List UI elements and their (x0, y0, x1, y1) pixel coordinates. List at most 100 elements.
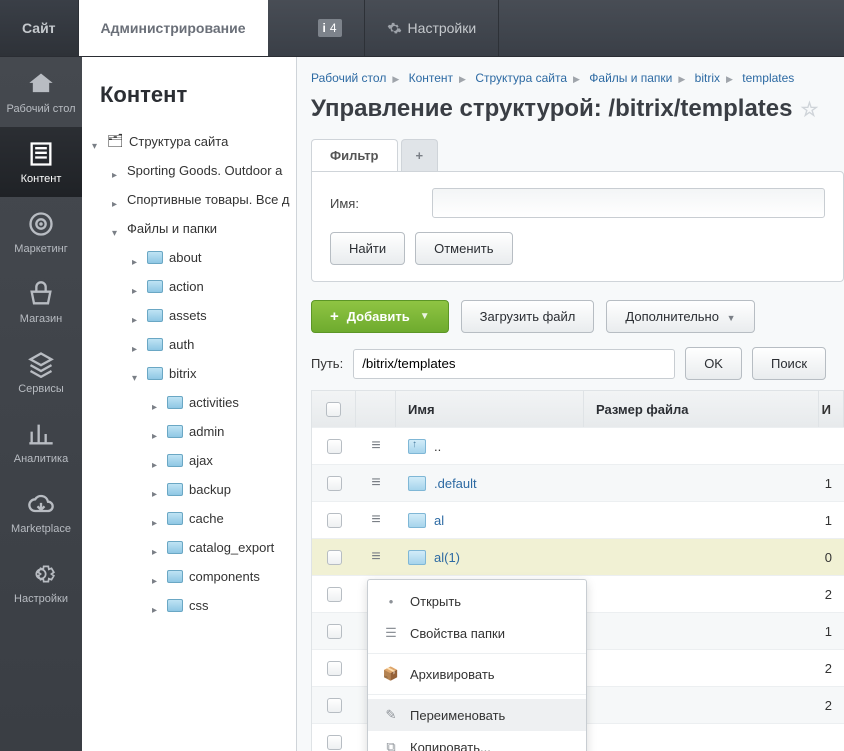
table-row[interactable]: ≡.default1 (312, 464, 844, 501)
folder-icon (408, 439, 426, 454)
tree-folder[interactable]: activities (152, 388, 296, 417)
row-name-cell: al(1) (396, 550, 585, 565)
row-checkbox[interactable] (327, 624, 342, 639)
filter-find-button[interactable]: Найти (330, 232, 405, 265)
column-right[interactable]: И (819, 391, 844, 427)
filter-tab[interactable]: Фильтр (311, 139, 398, 171)
home-icon (27, 70, 55, 98)
filter-name-input[interactable] (432, 188, 825, 218)
caret-icon[interactable] (132, 311, 141, 320)
caret-icon[interactable] (132, 369, 141, 378)
rail-settings[interactable]: Настройки (0, 547, 82, 617)
caret-icon[interactable] (132, 340, 141, 349)
row-checkbox[interactable] (327, 661, 342, 676)
caret-icon[interactable] (152, 427, 161, 436)
tree-folder[interactable]: action (132, 272, 296, 301)
rail-analytics[interactable]: Аналитика (0, 407, 82, 477)
tree-folder[interactable]: css (152, 591, 296, 620)
column-name[interactable]: Имя (396, 391, 584, 427)
tree-item[interactable]: Спортивные товары. Все д (112, 185, 296, 214)
tree-item[interactable]: Sporting Goods. Outdoor a (112, 156, 296, 185)
top-notifications-button[interactable]: i4 (296, 0, 365, 56)
tree-files[interactable]: Файлы и папки (112, 214, 296, 243)
tree-folder[interactable]: about (132, 243, 296, 272)
row-checkbox[interactable] (327, 735, 342, 750)
caret-icon[interactable] (92, 137, 101, 146)
caret-icon[interactable] (152, 456, 161, 465)
row-name-link[interactable]: al(1) (434, 550, 460, 565)
caret-icon[interactable] (112, 224, 121, 233)
caret-icon[interactable] (132, 253, 141, 262)
tree-title: Контент (82, 57, 296, 126)
row-checkbox[interactable] (327, 513, 342, 528)
row-menu-button[interactable]: ≡ (356, 437, 396, 455)
rail-home[interactable]: Рабочий стол (0, 57, 82, 127)
tree-folder[interactable]: catalog_export (152, 533, 296, 562)
crumb-link[interactable]: Рабочий стол (311, 71, 386, 85)
path-search-button[interactable]: Поиск (752, 347, 826, 380)
crumb-link[interactable]: Файлы и папки (589, 71, 672, 85)
tree-root[interactable]: 🗂Структура сайта (92, 126, 296, 156)
chevron-right-icon: ▶ (726, 74, 733, 84)
ctx-copy[interactable]: ⧉Копировать... (368, 731, 586, 751)
tree-folder[interactable]: assets (132, 301, 296, 330)
ctx-open[interactable]: •Открыть (368, 586, 586, 617)
row-checkbox[interactable] (327, 476, 342, 491)
star-icon[interactable]: ☆ (800, 97, 818, 122)
column-checkbox[interactable] (312, 391, 356, 427)
path-input[interactable] (353, 349, 675, 379)
rail-shop[interactable]: Магазин (0, 267, 82, 337)
rail-content[interactable]: Контент (0, 127, 82, 197)
caret-icon[interactable] (132, 282, 141, 291)
tree-folder-bitrix[interactable]: bitrix (132, 359, 296, 388)
row-checkbox[interactable] (327, 550, 342, 565)
row-name-link[interactable]: .default (434, 476, 477, 491)
tree-folder[interactable]: cache (152, 504, 296, 533)
ctx-rename[interactable]: ✎Переименовать (368, 699, 586, 731)
top-settings-button[interactable]: Настройки (365, 0, 500, 56)
crumb-link[interactable]: Структура сайта (475, 71, 567, 85)
top-admin-button[interactable]: Администрирование (79, 0, 268, 56)
caret-icon[interactable] (152, 601, 161, 610)
add-button[interactable]: +Добавить▼ (311, 300, 449, 333)
caret-icon[interactable] (152, 514, 161, 523)
row-menu-button[interactable]: ≡ (356, 474, 396, 492)
row-menu-button[interactable]: ≡ (356, 548, 396, 566)
ctx-props[interactable]: ☰Свойства папки (368, 617, 586, 649)
additional-button[interactable]: Дополнительно ▼ (606, 300, 754, 333)
filter-cancel-button[interactable]: Отменить (415, 232, 512, 265)
tree-folder[interactable]: ajax (152, 446, 296, 475)
tree-folder[interactable]: auth (132, 330, 296, 359)
tree-folder[interactable]: components (152, 562, 296, 591)
upload-button[interactable]: Загрузить файл (461, 300, 595, 333)
caret-icon[interactable] (112, 166, 121, 175)
column-size[interactable]: Размер файла (584, 391, 819, 427)
row-checkbox[interactable] (327, 587, 342, 602)
top-site-button[interactable]: Сайт (0, 0, 79, 56)
table-row[interactable]: ≡al(1)0 (312, 538, 844, 575)
row-name-link[interactable]: al (434, 513, 444, 528)
row-menu-button[interactable]: ≡ (356, 511, 396, 529)
rail-marketplace[interactable]: Marketplace (0, 477, 82, 547)
caret-icon[interactable] (152, 485, 161, 494)
caret-icon[interactable] (112, 195, 121, 204)
rail-marketing[interactable]: Маркетинг (0, 197, 82, 267)
checkbox-icon[interactable] (326, 402, 341, 417)
row-checkbox[interactable] (327, 698, 342, 713)
filter-tab-add[interactable]: + (401, 139, 439, 171)
crumb-link[interactable]: templates (742, 71, 794, 85)
row-checkbox[interactable] (327, 439, 342, 454)
rail-services[interactable]: Сервисы (0, 337, 82, 407)
path-ok-button[interactable]: OK (685, 347, 742, 380)
tree-folder[interactable]: backup (152, 475, 296, 504)
caret-icon[interactable] (152, 543, 161, 552)
crumb-link[interactable]: Контент (409, 71, 453, 85)
ctx-archive[interactable]: 📦Архивировать (368, 658, 586, 690)
caret-icon[interactable] (152, 398, 161, 407)
table-row[interactable]: ≡al1 (312, 501, 844, 538)
caret-icon[interactable] (152, 572, 161, 581)
tree-folder[interactable]: admin (152, 417, 296, 446)
table-row[interactable]: ≡.. (312, 427, 844, 464)
main-content: Рабочий стол▶ Контент▶ Структура сайта▶ … (297, 57, 844, 751)
crumb-link[interactable]: bitrix (695, 71, 720, 85)
